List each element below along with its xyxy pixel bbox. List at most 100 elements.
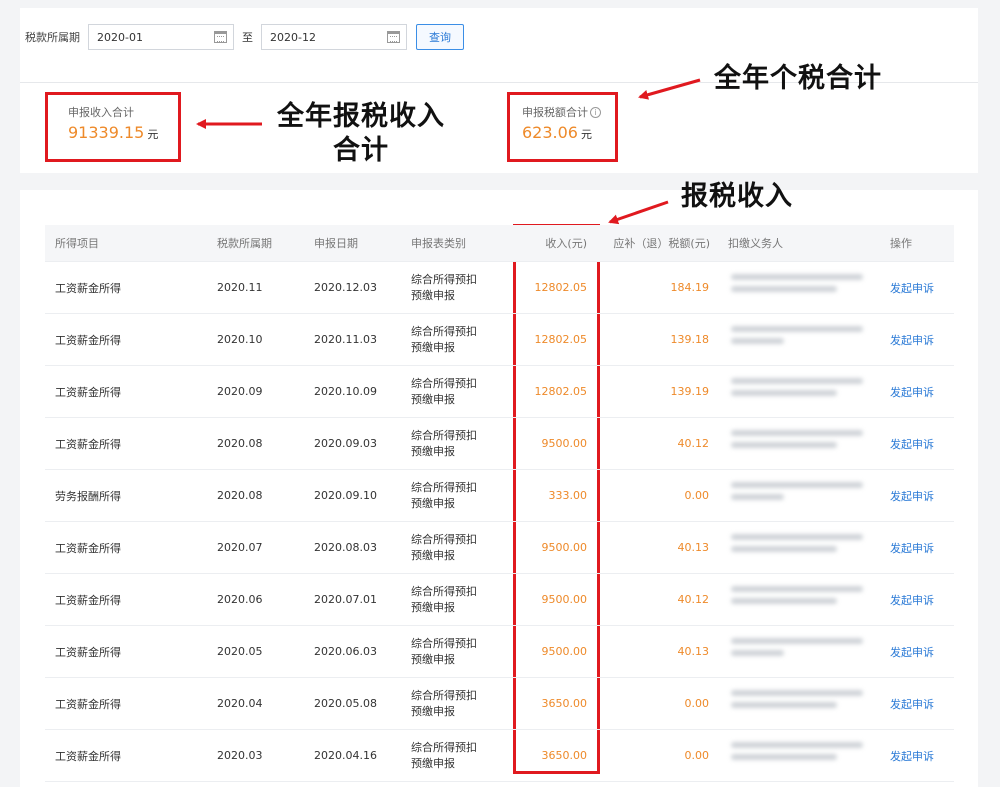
row-withholder-redacted (731, 482, 863, 510)
row-tax: 139.19 (670, 385, 710, 398)
table-row: 工资薪金所得 2020.07 2020.08.03 综合所得预扣 预缴申报 9500.00… (45, 522, 954, 574)
query-button[interactable]: 查询 (416, 24, 464, 50)
row-withholder-redacted (731, 690, 863, 718)
row-type-line2: 预缴申报 (411, 756, 455, 770)
row-item: 工资薪金所得 (55, 593, 121, 607)
row-tax: 0.00 (684, 489, 710, 502)
appeal-link[interactable]: 发起申诉 (890, 644, 934, 660)
tax-highlight-box (507, 92, 618, 162)
appeal-link[interactable]: 发起申诉 (890, 280, 934, 296)
row-item: 工资薪金所得 (55, 541, 121, 555)
calendar-icon[interactable] (387, 31, 400, 43)
row-withholder-redacted (731, 430, 863, 458)
header-item: 所得项目 (55, 237, 99, 250)
row-item: 工资薪金所得 (55, 749, 121, 763)
end-date-input[interactable]: 2020-12 (261, 24, 407, 50)
row-type: 综合所得预扣 预缴申报 (411, 532, 477, 564)
row-type-line2: 预缴申报 (411, 444, 455, 458)
filter-bar: 税款所属期 2020-01 至 2020-12 查询 (25, 24, 464, 50)
row-period: 2020.08 (217, 489, 263, 502)
appeal-link[interactable]: 发起申诉 (890, 592, 934, 608)
row-withholder-redacted (731, 742, 863, 770)
appeal-link[interactable]: 发起申诉 (890, 436, 934, 452)
range-separator: 至 (242, 31, 253, 44)
calendar-icon[interactable] (214, 31, 227, 43)
row-item: 劳务报酬所得 (55, 489, 121, 503)
start-date-input[interactable]: 2020-01 (88, 24, 234, 50)
row-income: 333.00 (548, 489, 588, 502)
row-type-line1: 综合所得预扣 (411, 376, 477, 390)
annotation-reported-income: 报税收入 (681, 181, 793, 212)
row-period: 2020.08 (217, 437, 263, 450)
row-income: 3650.00 (541, 697, 588, 710)
table-row: 工资薪金所得 2020.10 2020.11.03 综合所得预扣 预缴申报 12802.0… (45, 314, 954, 366)
row-income: 3650.00 (541, 749, 588, 762)
row-type: 综合所得预扣 预缴申报 (411, 636, 477, 668)
row-withholder-redacted (731, 274, 863, 302)
row-income: 9500.00 (541, 541, 588, 554)
appeal-link[interactable]: 发起申诉 (890, 540, 934, 556)
row-type-line2: 预缴申报 (411, 288, 455, 302)
row-date: 2020.07.01 (314, 593, 377, 606)
row-period: 2020.07 (217, 541, 263, 554)
appeal-link[interactable]: 发起申诉 (890, 748, 934, 764)
row-type: 综合所得预扣 预缴申报 (411, 688, 477, 720)
row-type-line1: 综合所得预扣 (411, 636, 477, 650)
row-period: 2020.09 (217, 385, 263, 398)
row-period: 2020.03 (217, 749, 263, 762)
row-tax: 0.00 (684, 697, 710, 710)
header-date: 申报日期 (314, 237, 358, 250)
row-type-line1: 综合所得预扣 (411, 272, 477, 286)
row-tax: 40.12 (677, 593, 710, 606)
annotation-annual-income-line1: 全年报税收入 (277, 101, 445, 132)
row-type-line2: 预缴申报 (411, 600, 455, 614)
row-item: 工资薪金所得 (55, 281, 121, 295)
header-action: 操作 (890, 237, 912, 250)
table-header: 所得项目 税款所属期 申报日期 申报表类别 收入(元) 应补（退）税额(元) 扣… (45, 225, 954, 262)
table-row: 工资薪金所得 2020.06 2020.07.01 综合所得预扣 预缴申报 9500.00… (45, 574, 954, 626)
row-date: 2020.04.16 (314, 749, 377, 762)
row-withholder-redacted (731, 326, 863, 354)
row-income: 9500.00 (541, 437, 588, 450)
row-type: 综合所得预扣 预缴申报 (411, 272, 477, 304)
end-date-value: 2020-12 (270, 30, 316, 44)
header-tax: 应补（退）税额(元) (613, 237, 710, 250)
row-income: 12802.05 (534, 333, 588, 346)
row-income: 9500.00 (541, 593, 588, 606)
annotation-annual-income: 全年报税收入 合计 (268, 100, 454, 168)
tax-records-table: 所得项目 税款所属期 申报日期 申报表类别 收入(元) 应补（退）税额(元) 扣… (45, 225, 954, 782)
row-date: 2020.12.03 (314, 281, 377, 294)
row-type-line1: 综合所得预扣 (411, 688, 477, 702)
row-item: 工资薪金所得 (55, 385, 121, 399)
row-type-line2: 预缴申报 (411, 392, 455, 406)
row-income: 12802.05 (534, 281, 588, 294)
row-date: 2020.05.08 (314, 697, 377, 710)
row-tax: 40.12 (677, 437, 710, 450)
table-row: 工资薪金所得 2020.09 2020.10.09 综合所得预扣 预缴申报 12802.0… (45, 366, 954, 418)
row-period: 2020.06 (217, 593, 263, 606)
row-type-line1: 综合所得预扣 (411, 532, 477, 546)
row-type: 综合所得预扣 预缴申报 (411, 376, 477, 408)
row-income: 9500.00 (541, 645, 588, 658)
header-type: 申报表类别 (411, 237, 466, 250)
row-item: 工资薪金所得 (55, 645, 121, 659)
row-type-line2: 预缴申报 (411, 652, 455, 666)
table-body: 工资薪金所得 2020.11 2020.12.03 综合所得预扣 预缴申报 12802.0… (45, 262, 954, 782)
appeal-link[interactable]: 发起申诉 (890, 696, 934, 712)
row-type-line1: 综合所得预扣 (411, 480, 477, 494)
table-row: 劳务报酬所得 2020.08 2020.09.10 综合所得预扣 预缴申报 333.00 0… (45, 470, 954, 522)
header-period: 税款所属期 (217, 237, 272, 250)
header-income: 收入(元) (545, 237, 587, 250)
row-type-line1: 综合所得预扣 (411, 428, 477, 442)
row-tax: 40.13 (677, 645, 710, 658)
appeal-link[interactable]: 发起申诉 (890, 384, 934, 400)
appeal-link[interactable]: 发起申诉 (890, 488, 934, 504)
row-type: 综合所得预扣 预缴申报 (411, 428, 477, 460)
row-withholder-redacted (731, 586, 863, 614)
income-highlight-box (45, 92, 181, 162)
table-row: 工资薪金所得 2020.05 2020.06.03 综合所得预扣 预缴申报 9500.00… (45, 626, 954, 678)
row-type: 综合所得预扣 预缴申报 (411, 584, 477, 616)
row-item: 工资薪金所得 (55, 697, 121, 711)
appeal-link[interactable]: 发起申诉 (890, 332, 934, 348)
row-type-line2: 预缴申报 (411, 548, 455, 562)
